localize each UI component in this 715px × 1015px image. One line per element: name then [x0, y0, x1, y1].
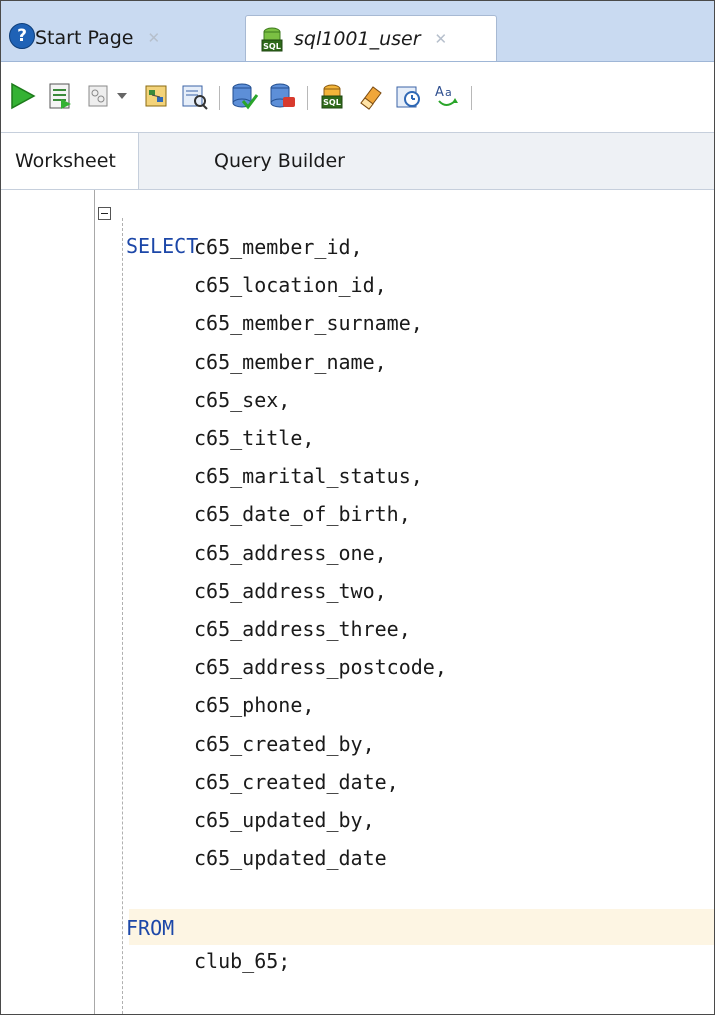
column-name: c65_member_surname,	[194, 311, 423, 336]
to-upper-lower-icon[interactable]: Aa	[429, 79, 463, 113]
code-line: c65_date_of_birth,	[1, 498, 714, 530]
code-line: c65_created_by,	[1, 728, 714, 760]
code-line: c65_address_postcode,	[1, 651, 714, 683]
column-name: c65_created_date,	[194, 769, 399, 794]
document-tab-strip: ? Start Page ✕ SQL sql1001_user ✕	[1, 1, 714, 62]
column-name: c65_location_id,	[194, 273, 387, 298]
column-name: c65_sex,	[194, 387, 291, 412]
tab-sql1001-user[interactable]: SQL sql1001_user ✕	[245, 15, 497, 61]
tab-start-page-label: Start Page	[35, 27, 134, 49]
run-statement-icon[interactable]	[5, 79, 39, 113]
column-name: c65_marital_status,	[194, 464, 423, 489]
toolbar-separator	[471, 86, 472, 110]
code-line: c65_address_three,	[1, 613, 714, 645]
code-line: c65_created_date,	[1, 766, 714, 798]
explain-plan-icon[interactable]	[139, 79, 173, 113]
tab-query-builder-label: Query Builder	[214, 150, 345, 172]
tab-worksheet-label: Worksheet	[15, 150, 116, 172]
code-line: c65_address_one,	[1, 537, 714, 569]
code-line: c65_sex,	[1, 384, 714, 416]
tab-query-builder[interactable]: Query Builder	[214, 133, 345, 189]
column-name: c65_date_of_birth,	[194, 502, 411, 527]
autotrace-icon[interactable]	[81, 79, 115, 113]
code-line: c65_member_name,	[1, 346, 714, 378]
rollback-icon[interactable]	[265, 79, 299, 113]
code-line: c65_updated_date	[1, 842, 714, 874]
column-name: c65_member_id,	[194, 235, 363, 259]
sql-history-icon[interactable]	[391, 79, 425, 113]
code-line: c65_member_surname,	[1, 307, 714, 339]
code-line: SELECT	[1, 198, 714, 258]
tab-start-page[interactable]: ? Start Page ✕	[9, 15, 241, 61]
column-name: c65_address_postcode,	[194, 655, 447, 680]
code-line: c65_location_id,	[1, 269, 714, 301]
column-name: c65_member_name,	[194, 349, 387, 374]
tab-sql1001-user-label: sql1001_user	[294, 27, 421, 50]
svg-text:A: A	[435, 85, 444, 100]
column-name: c65_address_one,	[194, 540, 387, 565]
code-line: c65_marital_status,	[1, 460, 714, 492]
column-name: c65_updated_by,	[194, 808, 375, 832]
unshared-sql-worksheet-icon[interactable]: SQL	[315, 79, 349, 113]
code-line: FROM	[1, 880, 714, 940]
table-name: club_65;	[194, 949, 291, 973]
worksheet-tab-bar: Worksheet Query Builder	[1, 133, 714, 190]
code-line: c65_address_two,	[1, 575, 714, 607]
help-icon: ?	[9, 23, 35, 49]
code-line: c65_member_id,	[1, 231, 714, 263]
sql-developer-window: ? Start Page ✕ SQL sql1001_user ✕ SQL A …	[0, 0, 715, 1015]
run-script-icon[interactable]	[43, 79, 77, 113]
column-name: c65_updated_date	[194, 846, 387, 871]
code-line: club_65;	[1, 913, 714, 973]
code-line: c65_phone,	[1, 689, 714, 721]
sql-connection-icon: SQL	[258, 25, 286, 53]
column-name: c65_created_by,	[194, 731, 375, 756]
clear-icon[interactable]	[353, 79, 387, 113]
svg-text:a: a	[445, 86, 452, 99]
code-line: c65_updated_by,	[1, 804, 714, 836]
column-name: c65_address_three,	[194, 617, 411, 641]
tab-worksheet[interactable]: Worksheet	[1, 133, 139, 189]
svg-text:SQL: SQL	[323, 98, 341, 107]
toolbar-separator	[219, 86, 220, 110]
column-name: c65_address_two,	[194, 578, 387, 603]
worksheet-toolbar: SQL Aa	[1, 62, 714, 133]
close-icon[interactable]: ✕	[435, 30, 448, 48]
close-icon[interactable]: ✕	[147, 29, 160, 47]
commit-icon[interactable]	[227, 79, 261, 113]
column-name: c65_phone,	[194, 693, 315, 718]
svg-text:SQL: SQL	[263, 42, 281, 51]
sql-editor[interactable]: SELECT c65_member_id, c65_location_id, c65…	[1, 190, 714, 1014]
toolbar-separator	[307, 86, 308, 110]
dropdown-arrow-icon[interactable]	[111, 79, 133, 113]
column-name: c65_title,	[194, 426, 315, 450]
sql-tuning-icon[interactable]	[177, 79, 211, 113]
code-line: c65_title,	[1, 422, 714, 454]
